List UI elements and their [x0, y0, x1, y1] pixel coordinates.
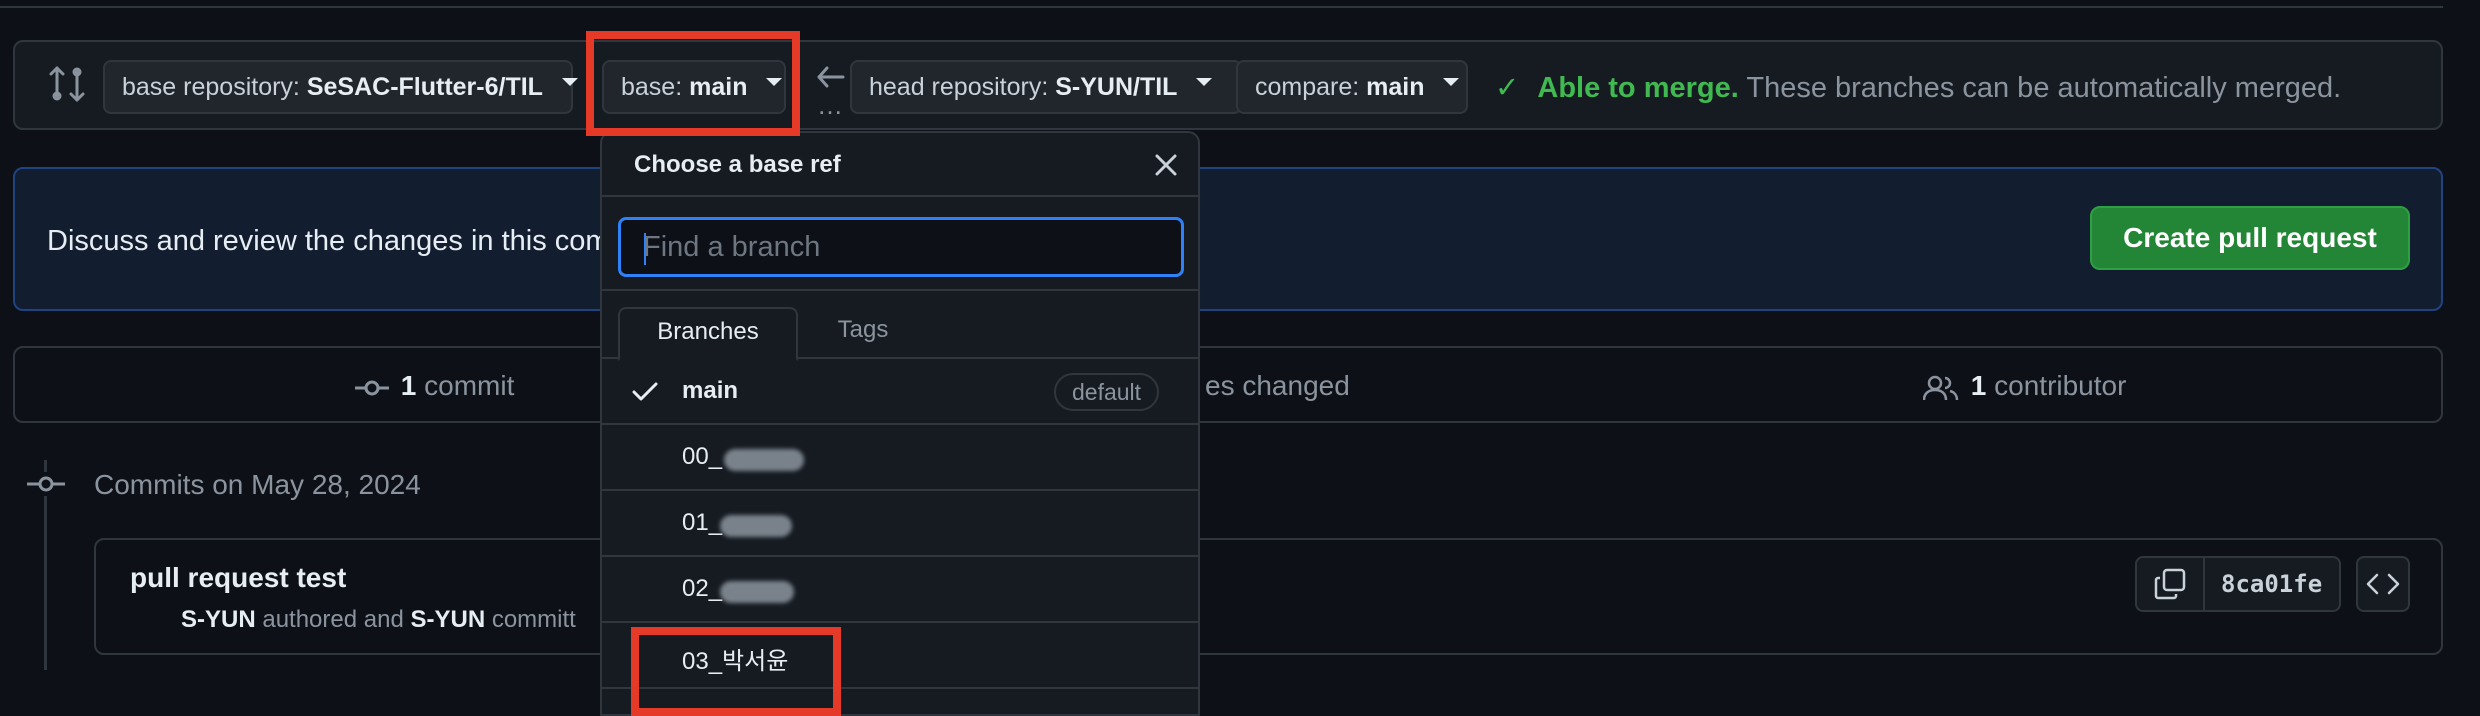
redacted-text: [720, 581, 794, 603]
contributors-label: contributor: [1994, 370, 2127, 401]
copy-icon: [2154, 568, 2186, 600]
close-icon[interactable]: [1154, 153, 1178, 177]
commit-sha-group: 8ca01fe: [2135, 556, 2341, 612]
head-repository-prefix: head repository:: [869, 73, 1049, 101]
top-divider: [0, 6, 2443, 8]
base-repository-prefix: base repository:: [122, 73, 300, 101]
highlight-box-base: [586, 31, 800, 136]
tab-tags[interactable]: Tags: [808, 307, 918, 361]
compare-branch-value: main: [1366, 73, 1425, 101]
base-repository-button[interactable]: base repository: SeSAC-Flutter-6/TIL: [103, 60, 578, 114]
compare-bar: base repository: SeSAC-Flutter-6/TIL bas…: [13, 40, 2443, 130]
arrow-left-icon: [817, 66, 845, 88]
stats-bar: 1 commit es changed 1 contributor: [13, 346, 2443, 423]
branch-item[interactable]: 01_: [602, 491, 1198, 557]
authored-text: authored and: [262, 606, 404, 633]
commit-title[interactable]: pull request test: [130, 562, 346, 594]
commits-count: 1: [400, 370, 417, 401]
commits-stat[interactable]: 1 commit: [355, 370, 514, 402]
merge-status: ✓ Able to merge. These branches can be a…: [1495, 70, 2341, 105]
files-changed-stat[interactable]: es changed: [1205, 370, 1350, 402]
compare-branch-prefix: compare:: [1255, 73, 1360, 101]
people-icon: [1922, 375, 1959, 400]
check-icon: ✓: [1495, 72, 1520, 104]
head-repository-value: S-YUN/TIL: [1055, 73, 1178, 101]
redacted-text: [724, 449, 804, 471]
merge-ok-text: Able to merge.: [1537, 72, 1739, 104]
more-dots: …: [817, 90, 844, 120]
default-badge: default: [1054, 373, 1160, 411]
commit-committer[interactable]: S-YUN: [410, 606, 485, 633]
text-cursor: [644, 233, 646, 265]
branch-item-main[interactable]: main default: [602, 359, 1198, 425]
tab-branches[interactable]: Branches: [618, 307, 798, 361]
chevron-down-icon: [1443, 78, 1460, 87]
chevron-down-icon: [561, 78, 578, 87]
dropdown-header: Choose a base ref: [602, 133, 1198, 197]
branch-item[interactable]: 02_: [602, 557, 1198, 623]
compare-arrows-icon: [49, 66, 85, 102]
files-changed-label: es changed: [1205, 370, 1350, 401]
branch-name: main: [682, 377, 739, 404]
dropdown-tabs: Branches Tags: [602, 291, 1198, 361]
banner-text: Discuss and review the changes in this c…: [47, 225, 610, 257]
base-repository-value: SeSAC-Flutter-6/TIL: [306, 73, 543, 101]
merge-description: These branches can be automatically merg…: [1746, 72, 2342, 104]
copy-sha-button[interactable]: [2137, 558, 2205, 610]
commit-author[interactable]: S-YUN: [181, 606, 256, 633]
branch-item[interactable]: 00_: [602, 425, 1198, 491]
branch-name: 01_: [682, 509, 723, 536]
dropdown-title: Choose a base ref: [634, 151, 841, 178]
browse-code-button[interactable]: [2356, 556, 2410, 612]
commit-row: pull request test S-YUN authored and S-Y…: [94, 538, 2443, 655]
compare-branch-button[interactable]: compare: main: [1236, 60, 1468, 114]
branch-search-input[interactable]: [618, 217, 1184, 277]
commit-icon: [27, 472, 65, 496]
commits-date-heading: Commits on May 28, 2024: [94, 469, 421, 500]
contributors-stat[interactable]: 1 contributor: [1922, 370, 2127, 402]
contributors-count: 1: [1970, 370, 1987, 401]
dropdown-search-section: [602, 197, 1198, 291]
commit-sha-link[interactable]: 8ca01fe: [2221, 570, 2322, 598]
commits-label: commit: [424, 370, 515, 401]
highlight-box-branch: [631, 627, 841, 716]
branch-name: 02_: [682, 575, 723, 602]
code-icon: [2366, 573, 2400, 595]
head-repository-button[interactable]: head repository: S-YUN/TIL: [850, 60, 1242, 114]
branch-name: 00_: [682, 443, 723, 470]
create-pull-request-button[interactable]: Create pull request: [2090, 206, 2410, 270]
check-icon: [632, 382, 658, 401]
redacted-text: [720, 515, 792, 537]
committed-text: committ: [491, 606, 576, 633]
chevron-down-icon: [1196, 78, 1213, 87]
commit-meta: S-YUN authored and S-YUN committ: [181, 606, 576, 634]
discuss-banner: Discuss and review the changes in this c…: [13, 167, 2443, 311]
commit-icon: [355, 380, 389, 396]
